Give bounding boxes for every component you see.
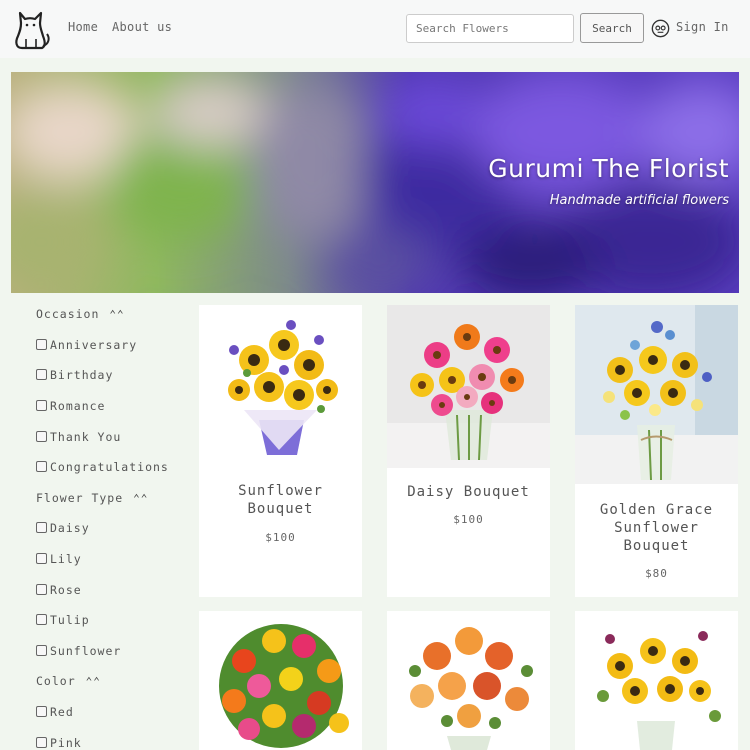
product-card[interactable]: Daisy Bouquet $100 bbox=[387, 305, 550, 597]
filter-option-red[interactable]: Red bbox=[36, 705, 74, 719]
checkbox[interactable] bbox=[36, 584, 47, 595]
product-name[interactable]: Golden Grace Sunflower Bouquet bbox=[575, 501, 738, 555]
product-price: $80 bbox=[645, 567, 668, 580]
nav-about-link[interactable]: About us bbox=[112, 20, 172, 34]
filter-option-pink[interactable]: Pink bbox=[36, 736, 82, 750]
product-image bbox=[575, 611, 738, 750]
filter-option-label: Rose bbox=[50, 583, 82, 597]
checkbox[interactable] bbox=[36, 400, 47, 411]
chevron-up-icon[interactable]: ⌃⌃ bbox=[86, 675, 101, 688]
filter-option-label: Thank You bbox=[50, 430, 122, 444]
product-card[interactable] bbox=[199, 611, 362, 750]
checkbox[interactable] bbox=[36, 461, 47, 472]
product-image bbox=[199, 305, 362, 468]
product-image bbox=[575, 305, 738, 484]
filter-option-sunflower[interactable]: Sunflower bbox=[36, 644, 121, 658]
checkbox[interactable] bbox=[36, 614, 47, 625]
filter-option-daisy[interactable]: Daisy bbox=[36, 521, 90, 535]
product-image bbox=[387, 305, 550, 468]
filter-option-anniversary[interactable]: Anniversary bbox=[36, 338, 137, 352]
chevron-up-icon[interactable]: ⌃⌃ bbox=[133, 492, 148, 505]
filter-header-label: Flower Type bbox=[36, 491, 124, 505]
filter-option-label: Anniversary bbox=[50, 338, 138, 352]
user-avatar-icon[interactable] bbox=[651, 19, 670, 38]
filter-option-birthday[interactable]: Birthday bbox=[36, 368, 113, 382]
filter-option-label: Lily bbox=[50, 552, 82, 566]
filter-option-lily[interactable]: Lily bbox=[36, 552, 82, 566]
search-input[interactable] bbox=[406, 14, 574, 43]
search-button[interactable]: Search bbox=[580, 13, 644, 43]
filter-option-label: Pink bbox=[50, 736, 82, 750]
chevron-up-icon[interactable]: ⌃⌃ bbox=[109, 308, 124, 321]
filter-option-label: Congratulations bbox=[50, 460, 169, 474]
product-name[interactable]: Sunflower Bouquet bbox=[199, 482, 362, 518]
filter-option-label: Tulip bbox=[50, 613, 90, 627]
filter-option-romance[interactable]: Romance bbox=[36, 399, 105, 413]
checkbox[interactable] bbox=[36, 369, 47, 380]
filter-option-tulip[interactable]: Tulip bbox=[36, 613, 90, 627]
filter-header-occasion[interactable]: Occasion ⌃⌃ bbox=[36, 307, 125, 321]
cat-logo-icon[interactable] bbox=[12, 8, 52, 50]
filter-header-flower-type[interactable]: Flower Type ⌃⌃ bbox=[36, 491, 148, 505]
product-image bbox=[387, 611, 550, 750]
navbar: Home About us Search Sign In bbox=[0, 0, 750, 58]
filter-option-label: Birthday bbox=[50, 368, 114, 382]
filter-header-label: Color bbox=[36, 674, 76, 688]
filter-option-label: Daisy bbox=[50, 521, 90, 535]
product-name[interactable]: Daisy Bouquet bbox=[387, 483, 550, 501]
checkbox[interactable] bbox=[36, 553, 47, 564]
product-price: $100 bbox=[453, 513, 484, 526]
product-card[interactable]: Sunflower Bouquet $100 bbox=[199, 305, 362, 597]
product-price: $100 bbox=[265, 531, 296, 544]
checkbox[interactable] bbox=[36, 339, 47, 350]
nav-home-link[interactable]: Home bbox=[68, 20, 98, 34]
checkbox[interactable] bbox=[36, 522, 47, 533]
filter-option-label: Sunflower bbox=[50, 644, 122, 658]
product-card[interactable] bbox=[575, 611, 738, 750]
filter-header-color[interactable]: Color ⌃⌃ bbox=[36, 674, 101, 688]
filter-option-label: Romance bbox=[50, 399, 106, 413]
product-image bbox=[199, 611, 362, 750]
filter-option-rose[interactable]: Rose bbox=[36, 583, 82, 597]
filter-option-label: Red bbox=[50, 705, 74, 719]
filter-option-congratulations[interactable]: Congratulations bbox=[36, 460, 169, 474]
filter-option-thank-you[interactable]: Thank You bbox=[36, 430, 121, 444]
sign-in-link[interactable]: Sign In bbox=[676, 20, 729, 34]
hero-subtitle: Handmade artificial flowers bbox=[549, 193, 729, 208]
checkbox[interactable] bbox=[36, 645, 47, 656]
filter-header-label: Occasion bbox=[36, 307, 100, 321]
checkbox[interactable] bbox=[36, 431, 47, 442]
product-card[interactable]: Golden Grace Sunflower Bouquet $80 bbox=[575, 305, 738, 597]
product-card[interactable] bbox=[387, 611, 550, 750]
checkbox[interactable] bbox=[36, 737, 47, 748]
hero-banner: Gurumi The Florist Handmade artificial f… bbox=[11, 72, 739, 293]
hero-title: Gurumi The Florist bbox=[488, 154, 729, 183]
checkbox[interactable] bbox=[36, 706, 47, 717]
